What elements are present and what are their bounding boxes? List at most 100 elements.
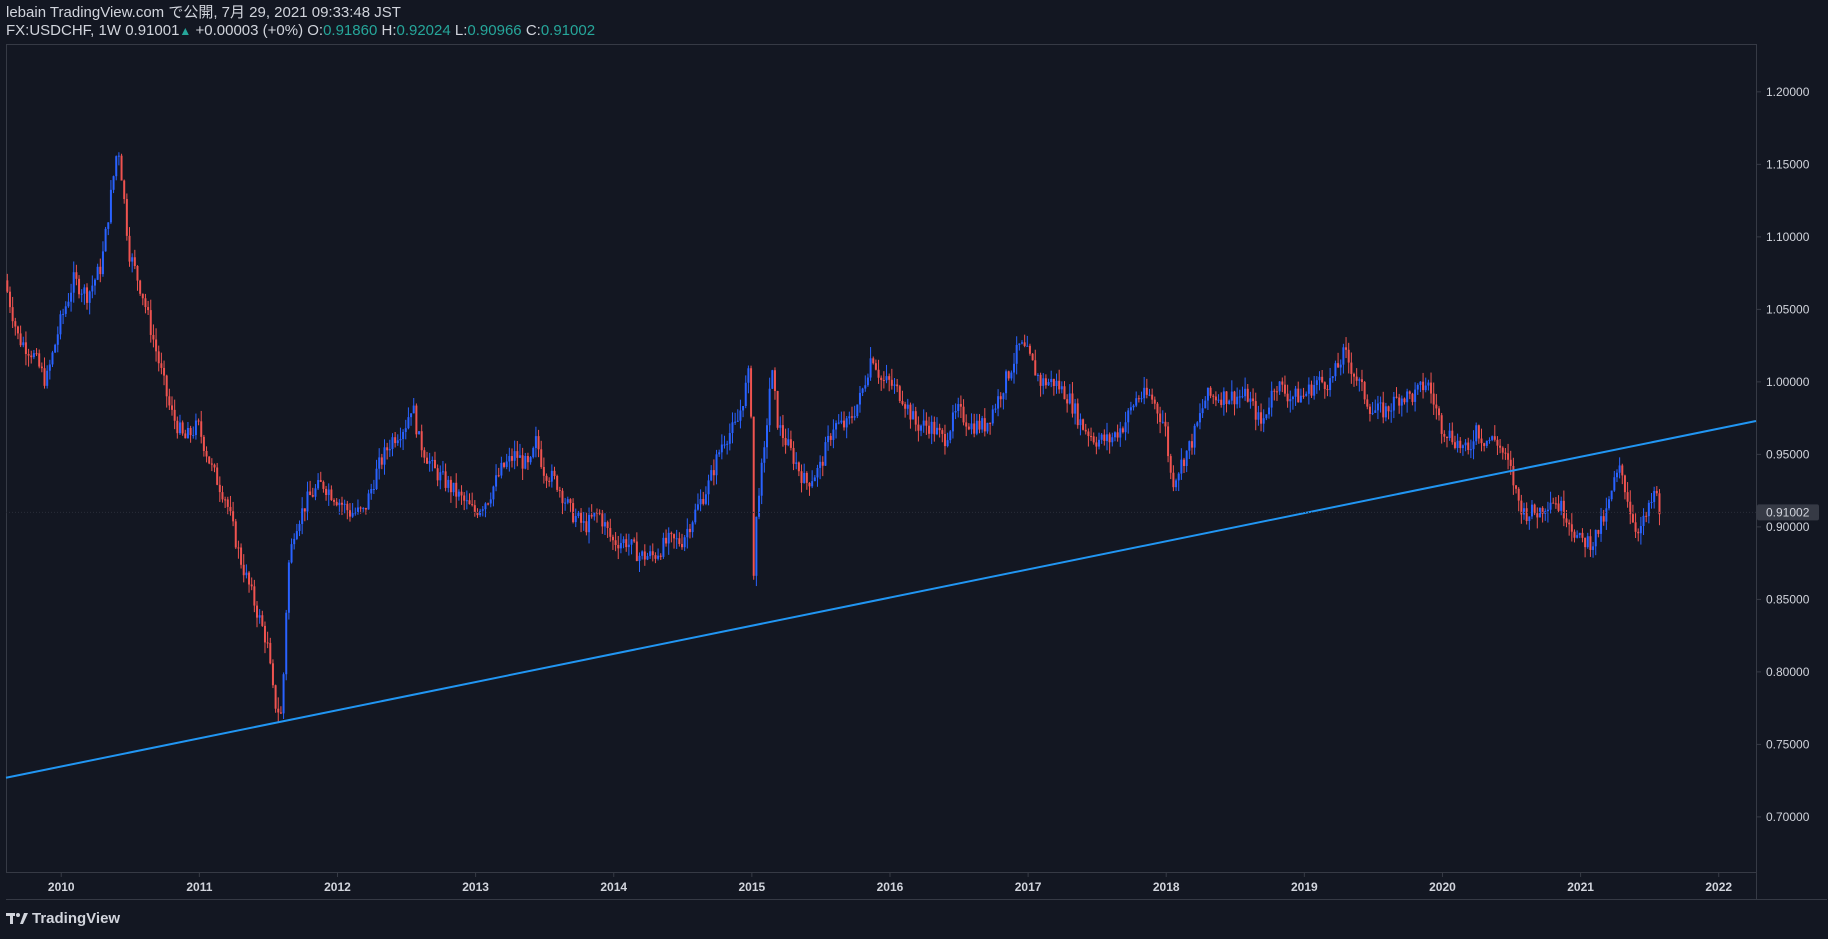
candle-body: [282, 674, 285, 714]
candle-body: [330, 489, 333, 501]
candle-body: [1254, 401, 1257, 420]
candle-body: [70, 292, 73, 302]
candle-body: [465, 500, 468, 502]
candle-body: [250, 584, 253, 587]
candle-body: [394, 437, 397, 444]
candle-body: [1079, 419, 1082, 426]
candle-body: [896, 384, 899, 387]
candle-body: [781, 425, 784, 439]
trendline[interactable]: [5, 420, 1757, 779]
candle-body: [835, 423, 838, 430]
tradingview-logo[interactable]: TradingView: [6, 910, 120, 927]
candle-body: [1464, 442, 1467, 446]
candle-body: [728, 433, 731, 444]
candle-body: [1087, 431, 1090, 437]
candle-body: [829, 435, 832, 440]
candle-body: [484, 503, 487, 510]
candle-body: [226, 499, 229, 507]
candle-body: [566, 499, 569, 503]
candle-body: [1339, 364, 1342, 368]
candle-body: [1283, 384, 1286, 394]
candle-body: [845, 418, 848, 428]
candle-body: [1020, 342, 1023, 344]
candle-body: [351, 513, 354, 517]
candle-body: [755, 516, 758, 576]
y-tick-label: 0.95000: [1766, 447, 1810, 461]
candle-body: [189, 427, 192, 436]
candle-body: [805, 472, 808, 483]
candle-body: [1477, 425, 1480, 439]
candle-body: [1435, 404, 1438, 409]
candle-body: [1645, 515, 1648, 517]
candle-body: [412, 405, 415, 414]
candle-body: [1523, 508, 1526, 515]
candle-body: [959, 404, 962, 407]
candle-body: [455, 482, 458, 497]
candle-body: [548, 480, 551, 482]
candle-body: [295, 531, 298, 539]
candle-body: [1111, 437, 1114, 443]
candle-body: [710, 470, 713, 481]
candles: [6, 152, 1661, 722]
candle-body: [1387, 406, 1390, 412]
candle-body: [1161, 421, 1164, 423]
candle-body: [101, 251, 104, 275]
candle-body: [1655, 490, 1658, 494]
candle-body: [117, 155, 120, 157]
candle-body: [776, 391, 779, 428]
candle-body: [173, 409, 176, 421]
candle-body: [1541, 507, 1544, 514]
candle-body: [1137, 398, 1140, 400]
candle-body: [229, 506, 232, 512]
price-chart[interactable]: 0.70000 0.75000 0.80000 0.85000 0.90000 0.950…: [0, 0, 1828, 939]
plot-border: [6, 44, 1757, 873]
candle-body: [975, 420, 978, 434]
candle-body: [1424, 385, 1427, 391]
candle-body: [542, 466, 545, 476]
candle-body: [1480, 438, 1483, 444]
candle-body: [540, 449, 543, 467]
candle-body: [1236, 396, 1239, 405]
candle-body: [641, 551, 644, 556]
candle-body: [792, 447, 795, 464]
candle-body: [274, 685, 277, 709]
candle-body: [1103, 434, 1106, 441]
candle-body: [989, 422, 992, 424]
candle-body: [752, 416, 755, 576]
candle-body: [742, 406, 745, 411]
candle-body: [965, 422, 968, 427]
candle-body: [43, 368, 46, 386]
candle-body: [1313, 385, 1316, 396]
price-axis[interactable]: 0.70000 0.75000 0.80000 0.85000 0.90000 0.950…: [1756, 85, 1810, 824]
candle-body: [832, 429, 835, 440]
candle-body: [603, 522, 606, 527]
candle-body: [532, 448, 535, 458]
candle-body: [14, 321, 17, 327]
candle-body: [1212, 395, 1215, 397]
candle-body: [680, 543, 683, 548]
candle-body: [707, 480, 710, 495]
candle-body: [128, 235, 131, 262]
candle-body: [558, 489, 561, 491]
candle-body: [449, 479, 452, 493]
candle-body: [1443, 433, 1446, 437]
candle-body: [524, 455, 527, 469]
x-tick-label: 2021: [1567, 880, 1594, 894]
candle-body: [1586, 536, 1589, 548]
candle-body: [872, 358, 875, 364]
candle-body: [858, 392, 861, 405]
candle-body: [479, 510, 482, 516]
candle-body: [402, 431, 405, 440]
candle-body: [147, 307, 150, 311]
candle-body: [205, 450, 208, 457]
candle-body: [1374, 410, 1377, 413]
candle-body: [1491, 436, 1494, 440]
candle-body: [529, 457, 532, 463]
time-axis[interactable]: 2010 2011 2012 2013 2014 2015 2016 2017 2018 2019…: [48, 872, 1732, 894]
candle-body: [1350, 362, 1353, 374]
candle-body: [386, 447, 389, 451]
candle-body: [1034, 360, 1037, 376]
y-tick-label: 1.20000: [1766, 85, 1810, 99]
candle-body: [279, 712, 282, 714]
candle-body: [869, 358, 872, 378]
